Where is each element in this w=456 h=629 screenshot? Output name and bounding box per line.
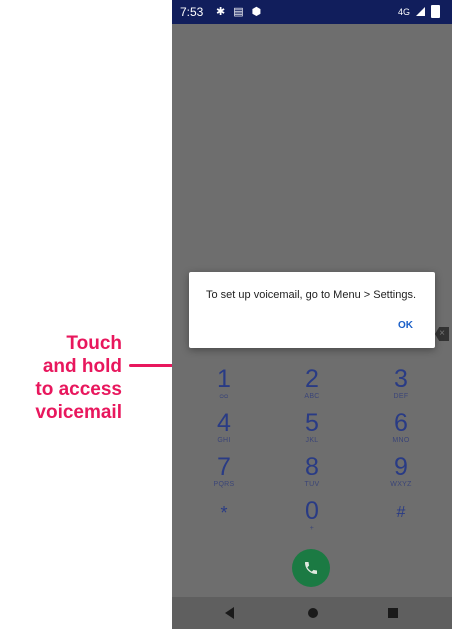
back-icon[interactable]: [225, 607, 234, 619]
phone-icon: [305, 562, 317, 574]
dialpad-key-6[interactable]: 6 MNO: [361, 410, 441, 445]
dialpad-key-9[interactable]: 9 WXYZ: [361, 454, 441, 489]
key-digit: 9: [394, 453, 408, 481]
key-digit: 3: [394, 365, 408, 393]
key-letters: MNO: [392, 437, 410, 444]
key-letters: WXYZ: [390, 481, 412, 488]
key-digit: 0: [305, 497, 319, 525]
dialpad-key-3[interactable]: 3 DEF: [361, 366, 441, 401]
key-digit: 1: [217, 365, 231, 393]
key-letters: DEF: [393, 393, 409, 400]
key-digit: #: [396, 504, 406, 521]
key-digit: 8: [305, 453, 319, 481]
dialog-message: To set up voicemail, go to Menu > Settin…: [206, 289, 417, 301]
dialpad-key-5[interactable]: 5 JKL: [272, 410, 352, 445]
battery-icon: [431, 5, 440, 18]
voicemail-setup-dialog: To set up voicemail, go to Menu > Settin…: [189, 272, 435, 348]
dialpad-key-8[interactable]: 8 TUV: [272, 454, 352, 489]
shield-icon: ⬢: [251, 6, 262, 18]
dialpad-key-1[interactable]: 1 ᴑᴑ: [184, 366, 264, 401]
call-button[interactable]: [292, 549, 330, 587]
dialpad-key-7[interactable]: 7 PQRS: [184, 454, 264, 489]
key-digit: 4: [217, 409, 231, 437]
key-digit: *: [220, 503, 228, 523]
navigation-bar: [172, 597, 452, 629]
key-letters: JKL: [305, 437, 319, 444]
dialpad-key-hash[interactable]: #: [361, 500, 441, 526]
dialpad-key-2[interactable]: 2 ABC: [272, 366, 352, 401]
dialpad-key-star[interactable]: *: [184, 500, 264, 526]
dialpad-key-0[interactable]: 0 +: [272, 498, 352, 533]
key-letters: +: [309, 525, 315, 532]
status-bar: 7:53 ✱ ▤ ⬢ 4G: [172, 0, 452, 24]
callout-line-4: voicemail: [35, 402, 122, 423]
message-icon: ▤: [233, 6, 244, 18]
key-digit: 7: [217, 453, 231, 481]
network-type: 4G: [397, 6, 410, 17]
recents-icon[interactable]: [388, 608, 398, 618]
voicemail-callout: Touch and hold to access voicemail: [0, 332, 122, 424]
key-letters: PQRS: [213, 481, 235, 488]
status-time: 7:53: [180, 5, 204, 19]
signal-icon: [416, 7, 425, 16]
settings-icon: ✱: [216, 6, 226, 18]
dialpad-key-4[interactable]: 4 GHI: [184, 410, 264, 445]
home-icon[interactable]: [308, 608, 318, 618]
key-digit: 6: [394, 409, 408, 437]
key-letters: TUV: [304, 481, 320, 488]
callout-line-3: to access: [35, 379, 122, 400]
voicemail-icon: ᴑᴑ: [219, 393, 229, 400]
ok-button[interactable]: OK: [398, 320, 413, 331]
key-letters: GHI: [217, 437, 231, 444]
callout-line-2: and hold: [42, 356, 122, 377]
callout-line-1: Touch: [66, 333, 122, 354]
backspace-icon[interactable]: ×: [435, 327, 449, 341]
key-letters: ABC: [304, 393, 320, 400]
key-digit: 5: [305, 409, 319, 437]
key-digit: 2: [305, 365, 319, 393]
